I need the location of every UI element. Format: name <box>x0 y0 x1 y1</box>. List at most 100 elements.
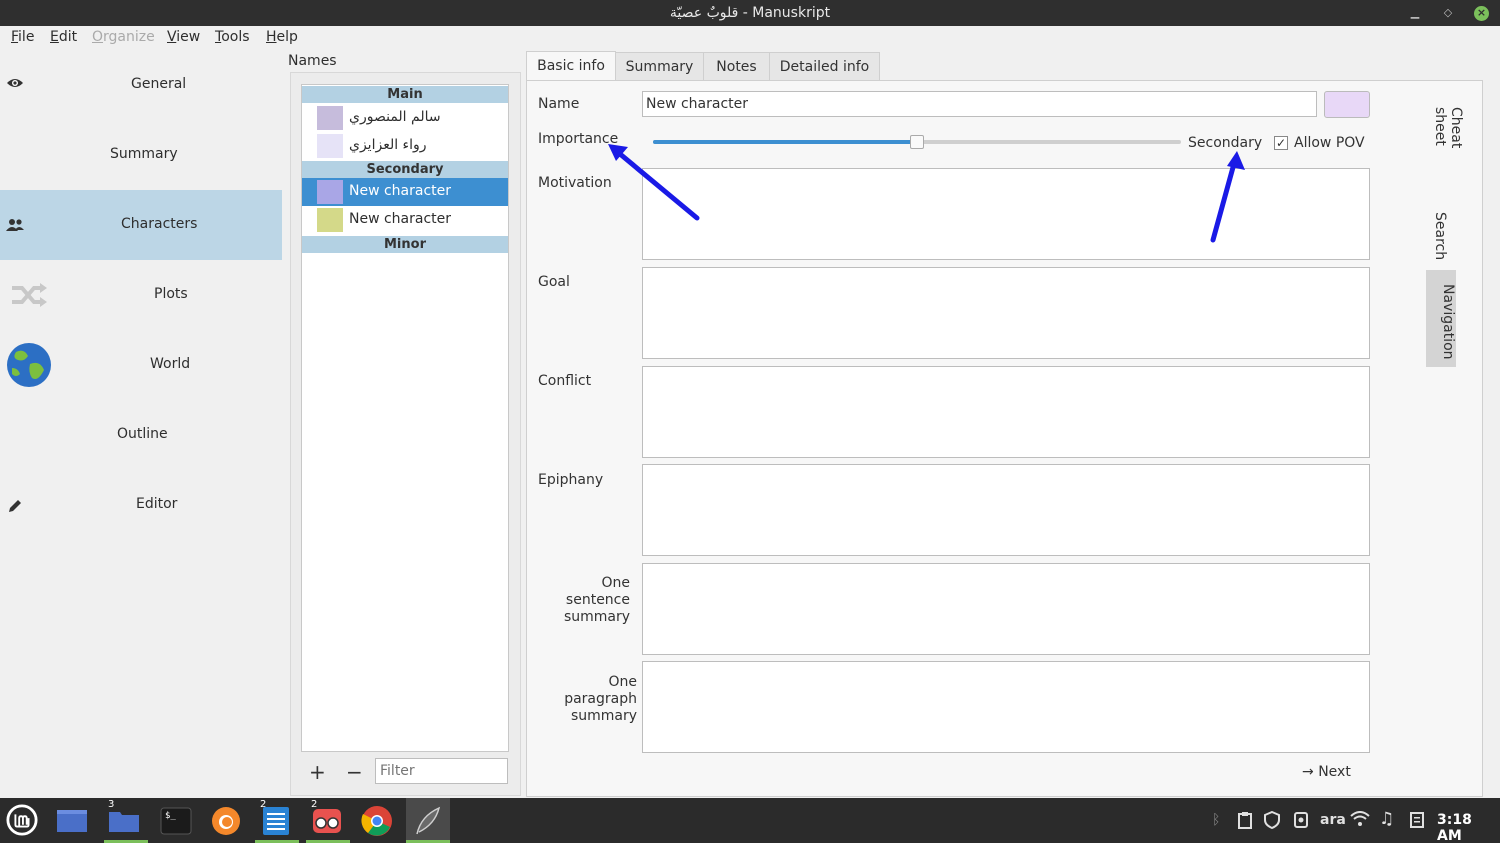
name-field[interactable] <box>642 91 1317 117</box>
next-label: Next <box>1318 764 1351 780</box>
names-title: Names <box>288 53 337 69</box>
goal-field[interactable] <box>642 267 1370 359</box>
character-name: سالم المنصوري <box>349 109 441 125</box>
one-sentence-summary-field[interactable] <box>642 563 1370 655</box>
firefox-icon[interactable] <box>209 804 243 836</box>
slider-fill <box>653 140 917 144</box>
group-header-minor[interactable]: Minor <box>302 236 508 253</box>
bluetooth-icon[interactable]: ᛒ <box>1212 812 1220 828</box>
menu-file[interactable]: File <box>11 29 34 45</box>
shuffle-icon <box>12 283 47 307</box>
character-name: رواء العزايزي <box>349 137 427 153</box>
nav-label: World <box>150 356 191 372</box>
group-header-main[interactable]: Main <box>302 86 508 103</box>
nav-item-plots[interactable]: Plots <box>0 260 282 330</box>
character-row[interactable]: رواء العزايزي <box>302 132 508 160</box>
minimize-button[interactable]: ▁ <box>1408 6 1422 20</box>
nav-item-outline[interactable]: Outline <box>0 400 282 470</box>
nav-item-world[interactable]: World <box>0 330 282 400</box>
menu-tools[interactable]: Tools <box>215 29 250 45</box>
color-picker-button[interactable] <box>1324 91 1370 118</box>
motivation-field[interactable] <box>642 168 1370 260</box>
clipboard-icon[interactable] <box>1237 811 1253 829</box>
name-label: Name <box>538 96 580 112</box>
people-icon <box>6 219 24 231</box>
arrow-right-icon: → <box>1302 764 1314 780</box>
window-title: قلوبٌ عصيّة - Manuskript <box>669 5 831 21</box>
conflict-label: Conflict <box>538 373 592 389</box>
nav-item-general[interactable]: General <box>0 50 282 120</box>
character-row[interactable]: New character <box>302 206 508 234</box>
tab-notes[interactable]: Notes <box>703 52 770 81</box>
svg-text:$_: $_ <box>165 811 176 821</box>
nav-label: Outline <box>117 426 168 442</box>
tab-basic-info[interactable]: Basic info <box>526 51 616 82</box>
dock-tab-cheat-sheet[interactable]: Cheat sheet <box>1432 107 1464 187</box>
character-row[interactable]: سالم المنصوري <box>302 104 508 132</box>
reader-badge: 2 <box>311 799 318 810</box>
menu-bar: File Edit Organize View Tools Help <box>0 26 1500 50</box>
chrome-icon[interactable] <box>360 804 394 836</box>
title-bar: قلوبٌ عصيّة - Manuskript ▁ ◇ × <box>0 0 1500 26</box>
close-button[interactable]: × <box>1474 6 1489 21</box>
conflict-field[interactable] <box>642 366 1370 458</box>
clock: 3:18 AM <box>1437 812 1472 843</box>
nav-item-summary[interactable]: Summary <box>0 120 282 190</box>
menu-organize: Organize <box>92 29 155 45</box>
tab-summary[interactable]: Summary <box>615 52 704 81</box>
tab-detailed-info[interactable]: Detailed info <box>769 52 880 81</box>
color-swatch <box>317 180 343 204</box>
update-manager-icon[interactable] <box>1293 811 1309 829</box>
character-list: Main سالم المنصوري رواء العزايزي Seconda… <box>301 84 509 752</box>
keyboard-layout[interactable]: ara <box>1320 812 1346 828</box>
taskbar: 3 $_ 2 2 ᛒ ara ♫ 3:18 AM <box>0 798 1500 843</box>
importance-value: Secondary <box>1188 135 1263 151</box>
one-sentence-summary-label: One sentence summary <box>563 575 630 625</box>
dock-tab-navigation[interactable]: Navigation <box>1426 270 1456 367</box>
wifi-icon[interactable] <box>1350 811 1370 827</box>
files-badge: 3 <box>108 799 115 810</box>
editor-badge: 2 <box>260 799 267 810</box>
nav-label: Editor <box>136 496 178 512</box>
character-row-selected[interactable]: New character <box>302 178 508 206</box>
main-nav: General Summary Characters Plots World O… <box>0 50 282 798</box>
next-button[interactable]: → Next <box>1302 764 1351 780</box>
slider-handle[interactable] <box>910 135 924 149</box>
menu-help[interactable]: Help <box>266 29 298 45</box>
allow-pov-checkbox[interactable]: ✓ <box>1274 136 1288 150</box>
globe-icon <box>7 343 51 387</box>
color-swatch <box>317 134 343 158</box>
nav-item-editor[interactable]: Editor <box>0 470 282 540</box>
one-paragraph-summary-field[interactable] <box>642 661 1370 753</box>
color-swatch <box>317 106 343 130</box>
filter-input[interactable] <box>375 758 508 784</box>
shield-icon[interactable] <box>1263 811 1281 829</box>
epiphany-field[interactable] <box>642 464 1370 556</box>
eye-icon <box>7 79 23 87</box>
nav-label: Summary <box>110 146 178 162</box>
remove-character-button[interactable]: − <box>346 760 363 784</box>
menu-edit[interactable]: Edit <box>50 29 77 45</box>
menu-view[interactable]: View <box>167 29 200 45</box>
terminal-icon[interactable]: $_ <box>159 804 193 836</box>
maximize-button[interactable]: ◇ <box>1441 6 1455 20</box>
notes-icon[interactable] <box>1409 811 1425 829</box>
pencil-icon <box>9 500 21 512</box>
add-character-button[interactable]: + <box>309 760 326 784</box>
show-desktop-icon[interactable] <box>55 804 89 836</box>
sound-icon[interactable]: ♫ <box>1379 809 1394 829</box>
manuskript-icon[interactable] <box>411 804 445 836</box>
nav-item-characters[interactable]: Characters <box>0 190 282 260</box>
dock-tab-search[interactable]: Search <box>1432 212 1448 260</box>
goal-label: Goal <box>538 274 570 290</box>
one-paragraph-summary-label: One paragraph summary <box>564 674 637 724</box>
nav-label: Plots <box>154 286 188 302</box>
nav-label: Characters <box>121 216 198 232</box>
nav-label: General <box>131 76 187 92</box>
character-name: New character <box>349 183 452 199</box>
mint-menu-icon[interactable] <box>5 804 39 836</box>
character-name: New character <box>349 211 452 227</box>
epiphany-label: Epiphany <box>538 472 604 488</box>
importance-label: Importance <box>538 131 619 147</box>
group-header-secondary[interactable]: Secondary <box>302 161 508 178</box>
